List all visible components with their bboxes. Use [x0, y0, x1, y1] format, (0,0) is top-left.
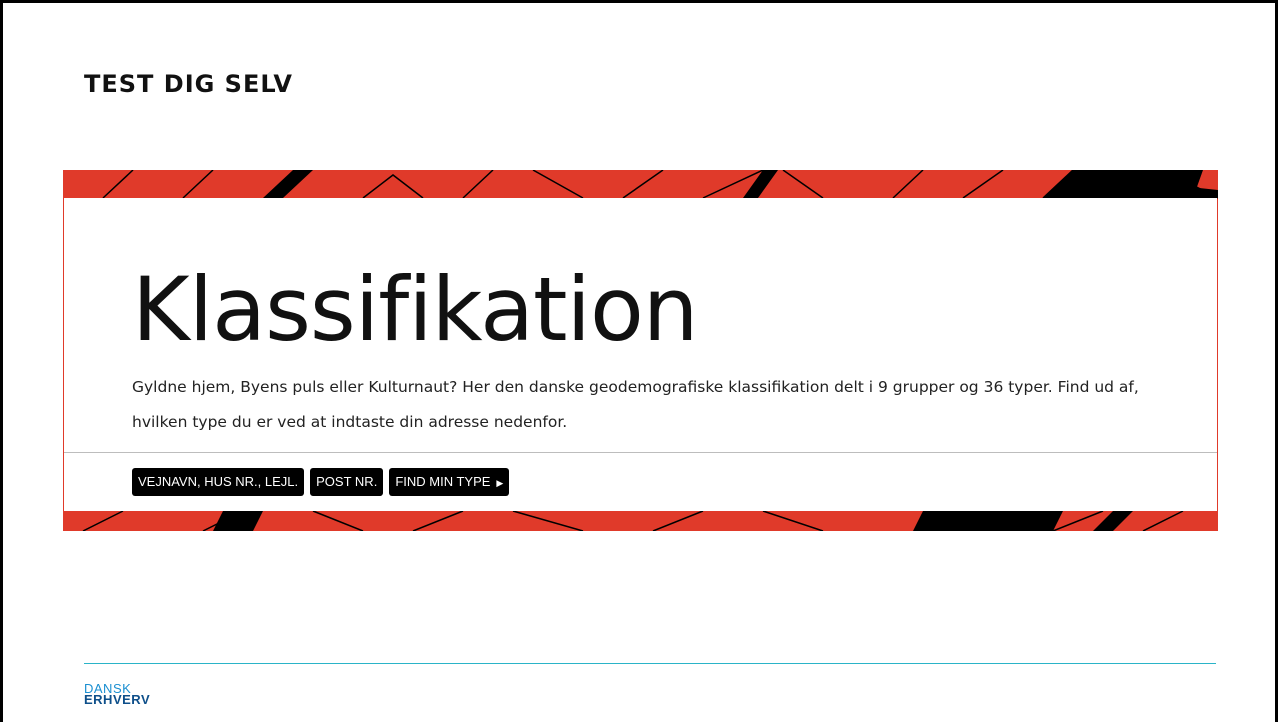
embed-description: Gyldne hjem, Byens puls eller Kulturnaut… — [132, 378, 1139, 431]
search-controls: VEJNAVN, HUS NR., LEJL. POST NR. FIND MI… — [132, 468, 510, 496]
find-type-label: FIND MIN TYPE — [395, 474, 491, 489]
logo-line-2: ERHVERV — [84, 692, 151, 707]
dansk-erhverv-logo: DANSK ERHVERV — [84, 682, 151, 707]
street-input[interactable]: VEJNAVN, HUS NR., LEJL. — [132, 468, 305, 496]
find-type-button[interactable]: FIND MIN TYPE ▶ — [389, 468, 510, 496]
arrow-right-icon: ▶ — [496, 478, 504, 488]
embed-panel: Klassifikation Gyldne hjem, Byens puls e… — [64, 198, 1217, 511]
postal-input[interactable]: POST NR. — [310, 468, 384, 496]
klassifikation-embed: Klassifikation Gyldne hjem, Byens puls e… — [63, 170, 1218, 531]
embed-divider — [64, 452, 1217, 453]
footer-rule — [84, 663, 1216, 664]
slide-title: TEST DIG SELV — [84, 70, 293, 98]
embed-heading: Klassifikation — [132, 258, 699, 361]
